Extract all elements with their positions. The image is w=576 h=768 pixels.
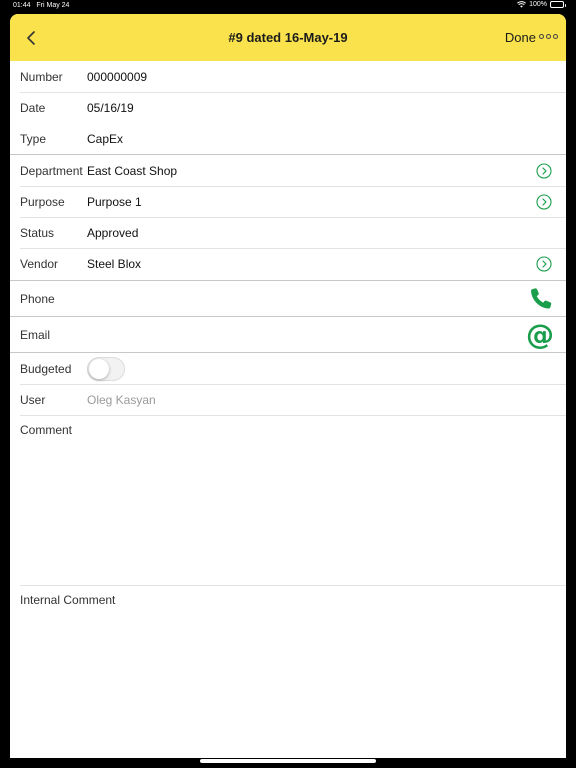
status-indicators: 100% (517, 1, 566, 8)
field-department[interactable]: Department East Coast Shop (10, 155, 566, 186)
chevron-right-circle-icon[interactable] (536, 162, 552, 179)
purpose-label: Purpose (20, 194, 65, 209)
field-budgeted: Budgeted (10, 353, 566, 384)
done-button[interactable]: Done (505, 14, 536, 61)
date-value[interactable]: 05/16/19 (87, 101, 134, 115)
field-status: Status Approved (10, 217, 566, 248)
field-internal-comment[interactable]: Internal Comment (10, 585, 566, 758)
field-vendor[interactable]: Vendor Steel Blox (10, 248, 566, 280)
form-sheet: #9 dated 16-May-19 Done Number 000000009… (10, 14, 566, 758)
date-label: Date (20, 100, 46, 115)
purpose-value: Purpose 1 (87, 194, 142, 209)
field-user: User Oleg Kasyan (10, 384, 566, 415)
chevron-right-circle-icon[interactable] (536, 256, 552, 272)
status-bar: 01:44 Fri May 24 100% (0, 0, 576, 12)
department-value: East Coast Shop (87, 163, 178, 178)
phone-icon[interactable] (528, 286, 554, 312)
at-sign-icon[interactable]: @ (526, 320, 554, 349)
number-value: 000000009 (87, 69, 148, 84)
budgeted-label: Budgeted (20, 361, 72, 376)
type-value[interactable]: CapEx (87, 132, 123, 146)
field-comment[interactable]: Comment (10, 415, 566, 585)
comment-label: Comment (20, 423, 73, 437)
vendor-value: Steel Blox (87, 257, 142, 271)
wifi-icon (517, 1, 527, 8)
battery-percent: 100% (529, 1, 547, 8)
user-value: Oleg Kasyan (87, 392, 156, 407)
toggle-knob (89, 358, 109, 379)
type-label: Type (20, 131, 47, 146)
budgeted-toggle[interactable] (87, 356, 125, 381)
field-number: Number 000000009 (10, 61, 566, 92)
status-label: Status (20, 225, 55, 240)
number-label: Number (20, 69, 63, 84)
more-options-button[interactable] (539, 34, 558, 39)
vendor-label: Vendor (20, 257, 59, 271)
chevron-right-circle-icon[interactable] (536, 193, 552, 210)
department-label: Department (20, 163, 83, 178)
page-title: #9 dated 16-May-19 (228, 30, 348, 45)
field-email[interactable]: Email @ (10, 317, 566, 352)
field-date[interactable]: Date 05/16/19 (10, 92, 566, 123)
home-indicator (200, 759, 376, 763)
phone-label: Phone (20, 291, 55, 306)
battery-icon (550, 1, 566, 8)
navigation-bar: #9 dated 16-May-19 Done (10, 14, 566, 61)
field-purpose[interactable]: Purpose Purpose 1 (10, 186, 566, 217)
status-time: 01:44 Fri May 24 (13, 2, 70, 9)
internal-comment-label: Internal Comment (20, 593, 116, 607)
field-type[interactable]: Type CapEx (10, 123, 566, 154)
field-phone[interactable]: Phone (10, 281, 566, 316)
status-value: Approved (87, 225, 139, 240)
email-label: Email (20, 327, 51, 342)
ellipsis-icon (539, 34, 544, 39)
user-label: User (20, 392, 46, 407)
